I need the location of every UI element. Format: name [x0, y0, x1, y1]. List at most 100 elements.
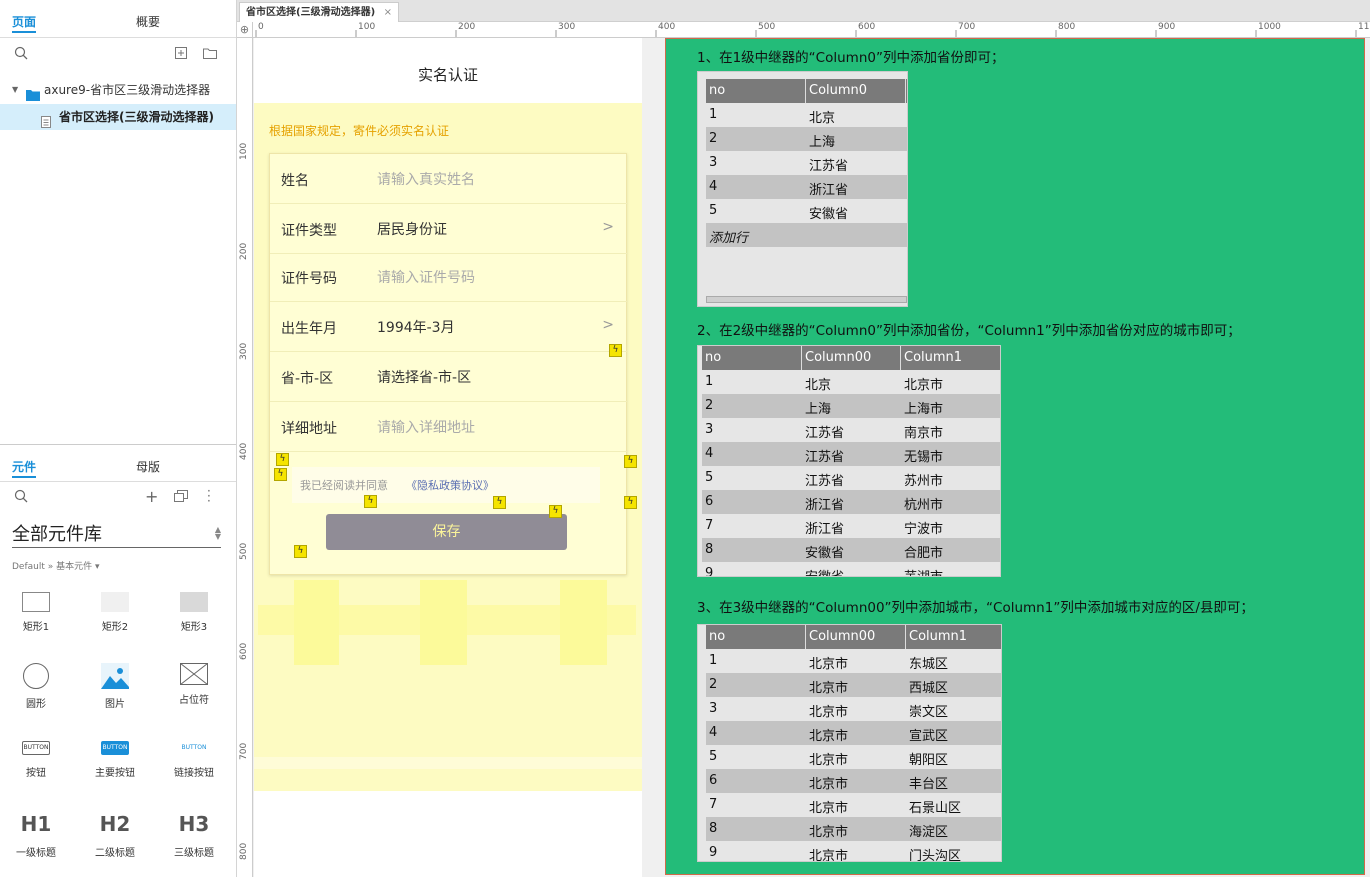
tree-page-selected[interactable]: 省市区选择(三级滑动选择器)	[0, 104, 236, 130]
privacy-link[interactable]: 《隐私政策协议》	[406, 477, 494, 493]
id-number-input[interactable]: 请输入证件号码	[377, 267, 475, 287]
chevron-right-icon[interactable]: >	[602, 317, 614, 333]
table-row: 9 北京市 门头沟区	[706, 841, 1001, 861]
widget-link-button[interactable]: BUTTON 链接按钮	[164, 741, 224, 779]
id-type-select[interactable]: 居民身份证	[377, 219, 447, 239]
field-id-number[interactable]: 证件号码 请输入证件号码	[270, 252, 628, 302]
h2-icon: H2	[99, 812, 131, 836]
ruler-label: 110	[1358, 22, 1370, 32]
widget-label: 矩形2	[101, 622, 129, 633]
repeater-table-1[interactable]: no Column0 1 北京 2 上海 3 江苏省 4 浙江省 5 安徽省 添加行	[697, 71, 908, 307]
interaction-flash-icon[interactable]: ϟ	[549, 505, 562, 518]
ruler-label: 400	[658, 22, 676, 32]
copy-icon[interactable]	[174, 490, 188, 505]
interaction-flash-icon[interactable]: ϟ	[294, 545, 307, 558]
interaction-flash-icon[interactable]: ϟ	[624, 455, 637, 468]
widget-circle[interactable]: 圆形	[6, 663, 66, 710]
widget-button[interactable]: BUTTON 按钮	[6, 741, 66, 779]
ruler-label: 700	[958, 22, 976, 32]
table-row: 7 北京市 石景山区	[706, 793, 1001, 817]
page-bottom-strip	[254, 757, 642, 769]
widget-primary-button[interactable]: BUTTON 主要按钮	[85, 741, 145, 779]
address-input[interactable]: 请输入详细地址	[377, 417, 475, 437]
widget-label: 三级标题	[174, 848, 214, 859]
field-label: 详细地址	[281, 421, 337, 437]
add-library-icon[interactable]: +	[145, 487, 158, 506]
table-row: 5 江苏省 苏州市	[702, 466, 1000, 490]
tab-masters[interactable]: 母版	[136, 458, 160, 475]
widget-rectangle2[interactable]: 矩形2	[85, 592, 145, 633]
agreement-row[interactable]: 我已经阅读并同意 《隐私政策协议》	[292, 467, 600, 503]
table-row: 1 北京 北京市	[702, 370, 1000, 394]
widget-image[interactable]: 图片	[85, 663, 145, 710]
field-address[interactable]: 详细地址 请输入详细地址	[270, 402, 628, 452]
widget-label: 主要按钮	[95, 768, 135, 779]
tab-widgets[interactable]: 元件	[12, 458, 37, 478]
field-birth[interactable]: 出生年月 1994年-3月 >	[270, 302, 628, 352]
library-path[interactable]: Default » 基本元件 ▾	[12, 559, 100, 572]
column-header: Column0	[809, 83, 868, 98]
widget-h1[interactable]: H1 一级标题	[6, 812, 66, 859]
save-button[interactable]: 保存	[326, 514, 567, 550]
field-region[interactable]: 省-市-区 请选择省-市-区	[270, 352, 628, 402]
add-row-button[interactable]: 添加行	[706, 223, 907, 247]
interaction-flash-icon[interactable]: ϟ	[609, 344, 622, 357]
ruler-label: 0	[258, 22, 264, 32]
tab-outline[interactable]: 概要	[136, 13, 160, 30]
expand-arrow-icon[interactable]: ▼	[12, 77, 18, 103]
repeater-table-3[interactable]: no Column00 Column1 1 北京市 东城区 2 北京市 西城区 3 北京市…	[697, 624, 1002, 862]
widget-rectangle3[interactable]: 矩形3	[164, 592, 224, 633]
table-row: 7 浙江省 宁波市	[702, 514, 1000, 538]
pages-tabs: 页面 概要	[0, 0, 236, 38]
link-button-icon: BUTTON	[181, 744, 207, 751]
widget-rectangle1[interactable]: 矩形1	[6, 592, 66, 633]
widget-h3[interactable]: H3 三级标题	[164, 812, 224, 859]
table-row: 9安徽省芜湖市	[702, 562, 1000, 576]
repeater-table-2[interactable]: no Column00 Column1 1 北京 北京市 2 上海 上海市 3 江苏省 南京…	[697, 345, 1001, 577]
table-row: 8 北京市 海淀区	[706, 817, 1001, 841]
add-folder-icon[interactable]	[203, 47, 217, 63]
tab-pages[interactable]: 页面	[12, 13, 37, 33]
ruler-label: 700	[239, 742, 249, 760]
widget-label: 占位符	[179, 695, 209, 706]
interaction-flash-icon[interactable]: ϟ	[274, 468, 287, 481]
library-select[interactable]: 全部元件库 ▲ ▼	[12, 520, 221, 548]
select-arrows-icon: ▲ ▼	[214, 525, 221, 541]
add-page-icon[interactable]	[175, 47, 187, 63]
table-scrollbar[interactable]	[706, 296, 907, 303]
widget-search-icon[interactable]	[14, 489, 28, 507]
interaction-flash-icon[interactable]: ϟ	[364, 495, 377, 508]
field-id-type[interactable]: 证件类型 居民身份证 >	[270, 204, 628, 254]
widget-label: 按钮	[26, 768, 46, 779]
widget-label: 圆形	[26, 699, 46, 710]
left-panel: 页面 概要 ▼ axure9-省市区三级滑动选择器 省市区选择(三级滑动选择器)…	[0, 0, 237, 877]
search-icon[interactable]	[14, 46, 28, 64]
image-icon	[101, 663, 129, 689]
widget-h2[interactable]: H2 二级标题	[85, 812, 145, 859]
widget-label: 二级标题	[95, 848, 135, 859]
close-icon[interactable]: ×	[384, 3, 392, 22]
tree-folder[interactable]: ▼ axure9-省市区三级滑动选择器	[0, 77, 236, 103]
table-row: 1 北京	[706, 103, 907, 127]
name-input[interactable]: 请输入真实姓名	[377, 169, 475, 189]
ruler-origin-icon[interactable]: ⊕	[237, 22, 253, 38]
ruler-label: 400	[239, 442, 249, 460]
ruler-label: 900	[1158, 22, 1176, 32]
page-icon	[41, 111, 51, 137]
interaction-flash-icon[interactable]: ϟ	[276, 453, 289, 466]
more-icon[interactable]: · · ·	[207, 485, 211, 507]
ruler-label: 200	[458, 22, 476, 32]
birth-select[interactable]: 1994年-3月	[377, 317, 455, 337]
column-header: Column1	[904, 350, 963, 365]
folder-label: axure9-省市区三级滑动选择器	[44, 83, 211, 97]
chevron-right-icon[interactable]: >	[602, 219, 614, 235]
region-select[interactable]: 请选择省-市-区	[377, 367, 471, 387]
field-name[interactable]: 姓名 请输入真实姓名	[270, 154, 628, 204]
table-row: 1 北京市 东城区	[706, 649, 1001, 673]
interaction-flash-icon[interactable]: ϟ	[493, 496, 506, 509]
ruler-label: 300	[558, 22, 576, 32]
document-tab[interactable]: 省市区选择(三级滑动选择器) ×	[239, 2, 399, 22]
widget-placeholder[interactable]: 占位符	[164, 663, 224, 706]
ruler-label: 500	[758, 22, 776, 32]
interaction-flash-icon[interactable]: ϟ	[624, 496, 637, 509]
